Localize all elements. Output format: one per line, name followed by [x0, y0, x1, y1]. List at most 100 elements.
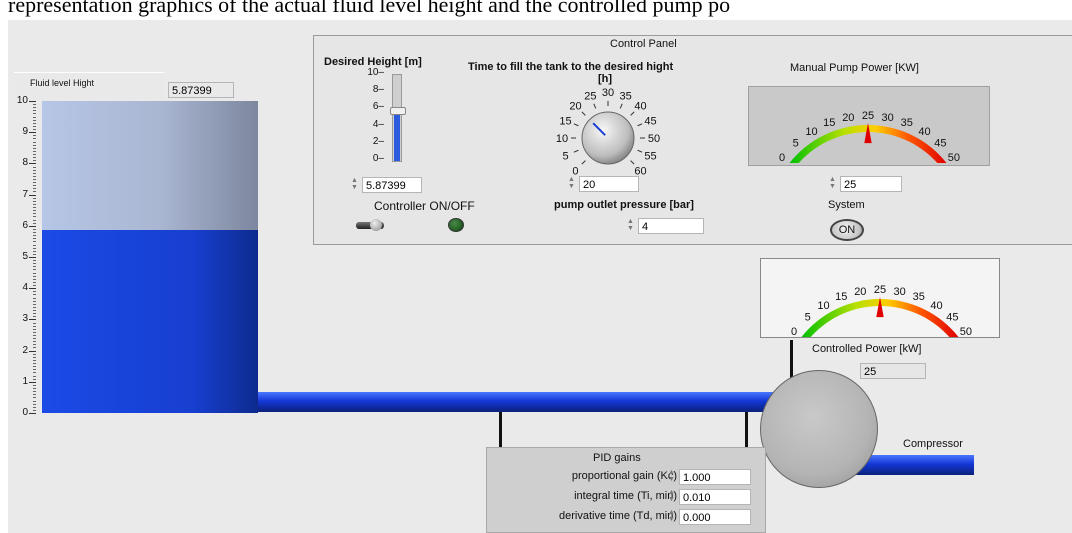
tank-minor-tick [33, 197, 36, 199]
pid-ti-label: integral time (Ti, min) [574, 490, 677, 502]
tank-minor-tick [33, 166, 36, 168]
pump-outlet-spinner[interactable]: ▲ ▼ [626, 218, 635, 233]
manual-pump-input[interactable]: 25 [840, 176, 902, 192]
front-panel: Fluid level Hight 5.87399 10 9 8 7 6 5 4 3 2 1 0 C… [8, 20, 1072, 533]
manual-pump-tick-label: 10 [805, 126, 817, 138]
pid-td-input[interactable]: 0.000 [679, 509, 751, 525]
pump-outlet-input[interactable]: 4 [638, 218, 704, 234]
manual-pump-tick-label: 40 [918, 126, 930, 138]
tank-minor-tick [33, 397, 36, 399]
tank-tick-mark [29, 257, 36, 258]
tank-minor-tick [33, 275, 36, 277]
tank-minor-tick [33, 185, 36, 187]
knob-tick-mark [637, 149, 643, 153]
desired-height-fill [394, 110, 400, 161]
tank-minor-tick [33, 409, 36, 411]
manual-pump-spinner[interactable]: ▲ ▼ [828, 176, 837, 191]
tank-minor-tick [33, 266, 36, 268]
tank-minor-tick [33, 303, 36, 305]
controlled-power-label: Controlled Power [kW] [812, 343, 922, 355]
controlled-power-tick-label: 45 [946, 311, 958, 323]
tank-minor-tick [33, 378, 36, 380]
pid-row-2: integral time (Ti, min) ▲ ▼ 0.010 [487, 487, 765, 507]
knob-tick-label: 10 [556, 133, 568, 145]
tank-minor-tick [33, 235, 36, 237]
tank-minor-tick [33, 338, 36, 340]
tank-minor-tick [33, 263, 36, 265]
tank-minor-tick [33, 129, 36, 131]
tank-minor-tick [33, 232, 36, 234]
manual-pump-tick-label: 0 [779, 152, 785, 163]
fill-time-knob-svg: 0510152025 30 354045505560 [556, 87, 660, 178]
fill-time-input[interactable]: 20 [579, 176, 639, 192]
knob-tick-mark [637, 123, 643, 127]
pid-ti-spinner[interactable]: ▲ ▼ [667, 489, 676, 504]
tank-minor-tick [33, 160, 36, 162]
tank-minor-tick [33, 219, 36, 221]
tank-minor-tick [33, 403, 36, 405]
manual-pump-tick-label: 15 [823, 117, 835, 129]
tank-minor-tick [33, 260, 36, 262]
tank-minor-tick [33, 269, 36, 271]
tank-tick-mark [29, 132, 36, 134]
fill-time-spinner[interactable]: ▲ ▼ [567, 176, 576, 191]
tank-minor-tick [33, 366, 36, 368]
pid-kc-input[interactable]: 1.000 [679, 469, 751, 485]
pid-td-label: derivative time (Td, min) [559, 510, 677, 522]
pid-row-1: proportional gain (Kc) ▲ ▼ 1.000 [487, 467, 765, 487]
pid-td-spinner[interactable]: ▲ ▼ [667, 509, 676, 524]
tank-fluid [42, 229, 258, 413]
knob-tick-label: 20 [569, 100, 581, 112]
caption-text: representation graphics of the actual fl… [8, 0, 731, 17]
tank-minor-tick [33, 138, 36, 140]
knob-tick-mark [619, 103, 623, 109]
desired-height-spinner[interactable]: ▲ ▼ [350, 177, 359, 192]
manual-pump-tick-label: 50 [948, 152, 960, 163]
tank-tick-mark [29, 288, 36, 290]
desired-height-tick-label: 6– [372, 101, 384, 113]
tank-minor-tick [33, 341, 36, 343]
fill-time-knob[interactable] [581, 111, 635, 165]
pid-ti-input[interactable]: 0.010 [679, 489, 751, 505]
tank-tick-label: 10 [16, 95, 28, 106]
manual-pump-tick-label: 45 [934, 137, 946, 149]
tank-minor-tick [33, 253, 36, 255]
controlled-power-tick-label: 0 [791, 326, 797, 337]
pid-kc-label: proportional gain (Kc) [571, 470, 677, 482]
knob-tick-mark [573, 149, 579, 153]
desired-height-tick-label: 0– [372, 153, 384, 164]
tank-minor-tick [33, 272, 36, 274]
knob-tick-label: 40 [634, 100, 646, 112]
knob-tick-label: 25 [584, 91, 596, 103]
tank-minor-tick [33, 228, 36, 230]
tank-minor-tick [33, 294, 36, 296]
tank-minor-tick [33, 347, 36, 349]
tank-minor-tick [33, 135, 36, 137]
desired-height-slider-thumb[interactable] [390, 107, 406, 116]
tank-tick-mark [29, 194, 36, 196]
knob-tick-mark [581, 111, 586, 116]
tank-minor-tick [33, 335, 36, 336]
tank-minor-tick [33, 300, 36, 302]
tank-tick-mark [29, 101, 36, 102]
pid-kc-spinner[interactable]: ▲ ▼ [667, 469, 676, 484]
tank-minor-tick [33, 285, 36, 287]
tank-minor-tick [33, 244, 36, 246]
compressor [760, 370, 878, 488]
tank-minor-tick [33, 110, 36, 112]
tank-minor-tick [33, 200, 36, 202]
tank-minor-tick [33, 316, 36, 318]
controller-toggle-switch[interactable] [356, 219, 386, 231]
desired-height-input[interactable]: 5.87399 [362, 177, 422, 193]
controller-label: Controller ON/OFF [374, 199, 475, 213]
tank-minor-tick [33, 328, 36, 330]
knob-tick-mark [593, 103, 597, 109]
tank-tick-mark [29, 225, 36, 227]
tank-minor-tick [33, 247, 36, 249]
controlled-power-tick-label: 15 [835, 291, 847, 303]
system-on-button[interactable]: ON [830, 219, 864, 241]
tank-minor-tick [33, 363, 36, 365]
controller-led-indicator [448, 218, 464, 232]
tank-minor-tick [33, 359, 36, 361]
tank-minor-tick [33, 125, 36, 127]
